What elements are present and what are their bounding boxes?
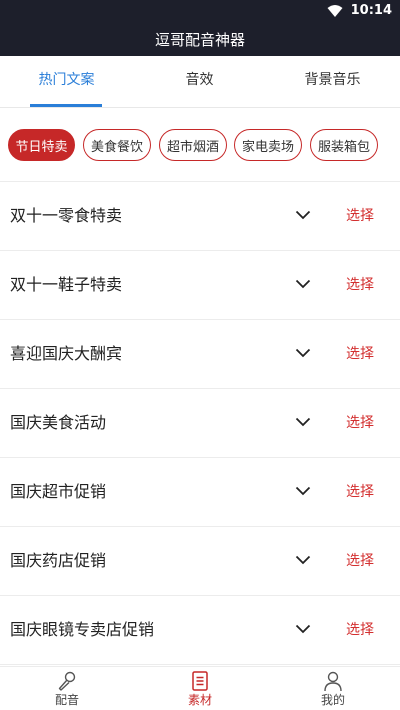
active-tab-indicator [30,104,102,107]
chevron-down-icon[interactable] [295,210,311,220]
select-button[interactable]: 选择 [346,320,374,388]
nav-dubbing[interactable]: 配音 [0,667,134,710]
list-item-title: 喜迎国庆大酬宾 [10,344,123,363]
nav-materials[interactable]: 素材 [133,667,267,710]
wifi-icon [327,5,343,17]
select-button[interactable]: 选择 [346,251,374,319]
list-item: 喜迎国庆大酬宾 选择 [0,320,400,389]
list-item: 双十一零食特卖 选择 [0,182,400,251]
bottom-nav: 配音 素材 我的 [0,666,400,710]
select-button[interactable]: 选择 [346,527,374,595]
chevron-down-icon[interactable] [295,348,311,358]
list-item: 国庆美食活动 选择 [0,389,400,458]
chevron-down-icon[interactable] [295,417,311,427]
script-list: 双十一零食特卖 选择 双十一鞋子特卖 选择 喜迎国庆大酬宾 选择 国庆美食活动 … [0,182,400,666]
list-item-title: 国庆美食活动 [10,413,107,432]
app-header: 逗哥配音神器 [0,22,400,56]
tab-sound-effects[interactable]: 音效 [133,56,266,108]
list-item: 国庆超市促销 选择 [0,458,400,527]
list-item: 国庆药店促销 选择 [0,527,400,596]
list-item-title: 国庆药店促销 [10,551,107,570]
chevron-down-icon[interactable] [295,555,311,565]
chip-holiday-sale[interactable]: 节日特卖 [8,129,75,161]
select-button[interactable]: 选择 [346,458,374,526]
chevron-down-icon[interactable] [295,624,311,634]
document-icon [192,671,208,691]
app-title: 逗哥配音神器 [154,30,245,49]
list-item-title: 双十一鞋子特卖 [10,275,123,294]
list-item-title: 国庆眼镜专卖店促销 [10,620,155,639]
status-bar: 10:14 [0,0,400,22]
select-button[interactable]: 选择 [346,182,374,250]
tab-background-music[interactable]: 背景音乐 [266,56,399,108]
chevron-down-icon[interactable] [295,486,311,496]
person-icon [324,671,342,692]
nav-mine[interactable]: 我的 [266,667,400,710]
chip-clothing-bags[interactable]: 服装箱包 [310,129,378,161]
list-item-title: 双十一零食特卖 [10,206,123,225]
nav-label: 配音 [54,693,79,707]
status-icons: 10:14 [327,3,392,19]
chevron-down-icon[interactable] [295,279,311,289]
chip-food-dining[interactable]: 美食餐饮 [83,129,151,161]
select-button[interactable]: 选择 [346,596,374,664]
nav-label: 我的 [320,693,345,707]
list-item: 国庆眼镜专卖店促销 选择 [0,596,400,665]
tab-bar: 热门文案 音效 背景音乐 [0,56,400,108]
nav-label: 素材 [187,693,212,707]
list-item: 双十一鞋子特卖 选择 [0,251,400,320]
list-item-title: 国庆超市促销 [10,482,107,501]
chip-supermarket-tobacco[interactable]: 超市烟酒 [159,129,227,161]
status-time: 10:14 [350,3,392,18]
tab-hot-copy[interactable]: 热门文案 [0,56,133,108]
category-chips: 节日特卖 美食餐饮 超市烟酒 家电卖场 服装箱包 [0,108,400,182]
chip-appliance-store[interactable]: 家电卖场 [234,129,302,161]
microphone-icon [58,671,76,691]
select-button[interactable]: 选择 [346,389,374,457]
